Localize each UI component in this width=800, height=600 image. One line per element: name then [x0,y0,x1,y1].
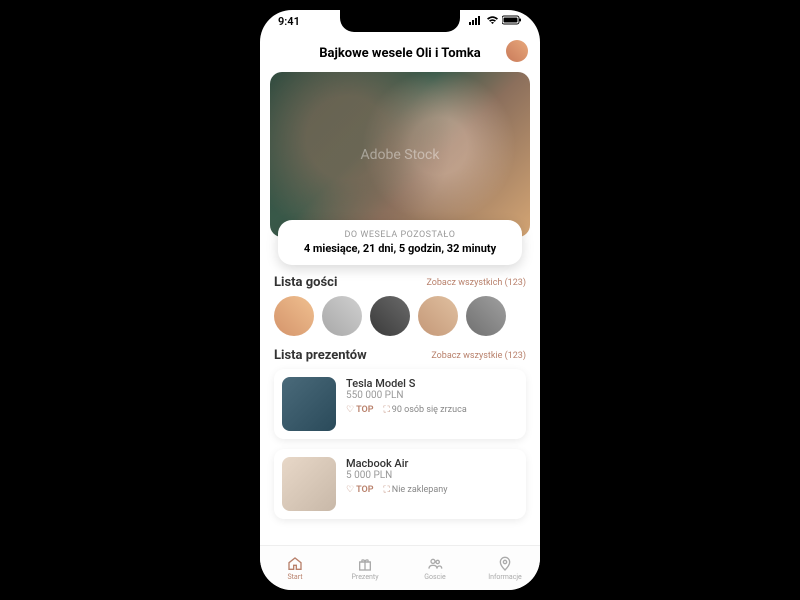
guest-avatar[interactable] [322,296,362,336]
guest-avatar[interactable] [466,296,506,336]
signal-icon [469,15,483,28]
guests-section-head: Lista gości Zobacz wszystkich (123) [274,275,526,290]
gift-price: 5 000 PLN [346,470,518,481]
user-avatar[interactable] [506,40,528,62]
gifts-section-head: Lista prezentów Zobacz wszystkie (123) [274,348,526,363]
phone-frame: 9:41 Bajkowe wesele Oli i Tomka Adobe St… [260,10,540,590]
gifts-view-all-link[interactable]: Zobacz wszystkie (123) [431,351,526,361]
gifts-title: Lista prezentów [274,348,367,363]
gift-top-badge: TOP [356,405,373,415]
gift-icon: ⛶ [383,405,389,415]
battery-icon [502,15,522,28]
heart-icon: ♡ [346,485,354,495]
phone-notch [340,10,460,32]
countdown-label: DO WESELA POZOSTAŁO [286,230,514,240]
tab-bar: Start Prezenty Goscie Informacje [260,545,540,590]
page-title: Bajkowe wesele Oli i Tomka [319,46,481,61]
gift-image [282,377,336,431]
countdown-time: 4 miesiące, 21 dni, 5 godzin, 32 minuty [286,242,514,255]
watermark-text: Adobe Stock [361,147,440,163]
wifi-icon [486,15,499,28]
gift-name: Macbook Air [346,457,518,470]
tab-informacje[interactable]: Informacje [470,546,540,590]
guest-avatar[interactable] [418,296,458,336]
tab-start[interactable]: Start [260,546,330,590]
guests-row [274,296,526,336]
location-icon [497,556,513,572]
gift-name: Tesla Model S [346,377,518,390]
gift-status: 90 osób się zrzuca [392,405,467,415]
status-time: 9:41 [278,15,300,28]
countdown-card: DO WESELA POZOSTAŁO 4 miesiące, 21 dni, … [278,220,522,265]
gift-price: 550 000 PLN [346,390,518,401]
gift-status: Nie zaklepany [392,485,448,495]
tab-label: Goscie [424,573,445,581]
heart-icon: ♡ [346,405,354,415]
gift-icon: ⛶ [383,485,389,495]
guests-title: Lista gości [274,275,337,290]
gift-card[interactable]: Tesla Model S 550 000 PLN ♡TOP ⛶90 osób … [274,369,526,439]
tab-label: Start [287,573,302,581]
hero-image: Adobe Stock DO WESELA POZOSTAŁO 4 miesią… [270,72,530,237]
guest-avatar[interactable] [370,296,410,336]
tab-label: Informacje [488,573,522,581]
tab-label: Prezenty [351,573,378,581]
guests-view-all-link[interactable]: Zobacz wszystkich (123) [426,278,526,288]
gift-top-badge: TOP [356,485,373,495]
guest-avatar[interactable] [274,296,314,336]
people-icon [427,556,443,572]
tab-goscie[interactable]: Goscie [400,546,470,590]
tab-prezenty[interactable]: Prezenty [330,546,400,590]
home-icon [287,556,303,572]
gift-image [282,457,336,511]
gift-card[interactable]: Macbook Air 5 000 PLN ♡TOP ⛶Nie zaklepan… [274,449,526,519]
gift-icon [357,556,373,572]
